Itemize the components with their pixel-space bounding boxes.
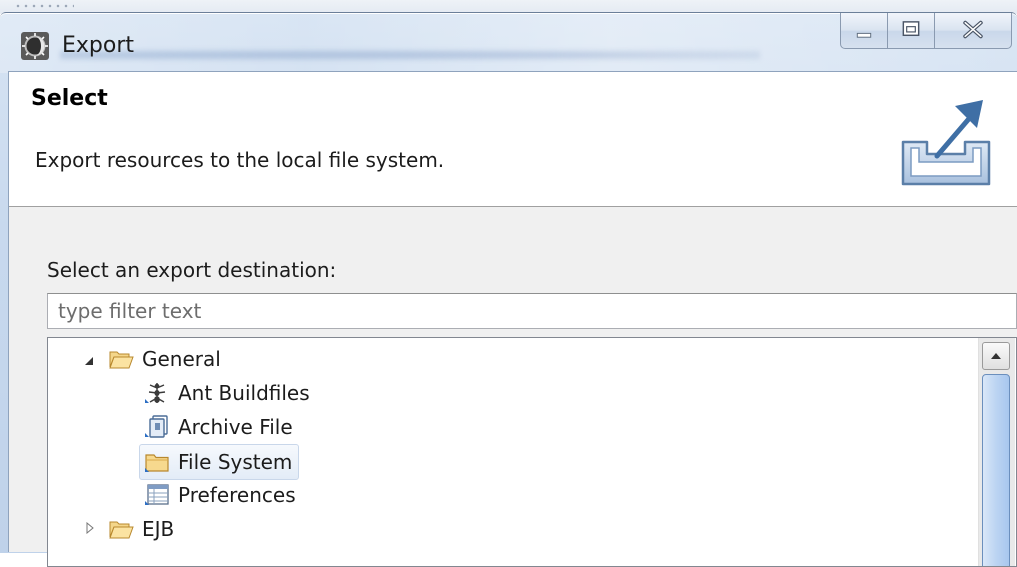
- restore-button[interactable]: [887, 13, 935, 49]
- scroll-thumb[interactable]: [982, 374, 1010, 566]
- minimize-button[interactable]: [840, 13, 888, 49]
- close-icon: [963, 20, 983, 39]
- eclipse-app-icon: [21, 32, 49, 60]
- export-destination-tree[interactable]: General Ant Buildfiles Archive File File…: [47, 337, 1017, 567]
- tree-item-label: Ant Buildfiles: [178, 381, 310, 405]
- restore-icon: [902, 21, 920, 37]
- expanded-twisty-icon[interactable]: [82, 354, 94, 366]
- preferences-icon: [145, 484, 169, 505]
- ant-icon: [145, 383, 166, 403]
- tree-item-file-system[interactable]: File System: [139, 444, 300, 480]
- tree-vertical-scrollbar[interactable]: [978, 338, 1015, 566]
- folder-icon: [145, 454, 169, 472]
- wizard-banner: Select Export resources to the local fil…: [9, 72, 1017, 207]
- tree-item-ejb[interactable]: EJB: [108, 512, 174, 546]
- tree-item-label: EJB: [142, 517, 175, 541]
- folder-open-icon: [109, 351, 134, 369]
- wizard-page-description: Export resources to the local file syste…: [35, 148, 445, 172]
- title-bar[interactable]: Export: [0, 13, 1017, 73]
- tree-item-label: General: [142, 347, 221, 371]
- title-bar-glass: [60, 47, 760, 63]
- dialog-client-area: Select Export resources to the local fil…: [8, 71, 1017, 567]
- tree-item-preferences[interactable]: Preferences: [144, 478, 296, 512]
- tree-item-archive-file[interactable]: Archive File: [144, 410, 293, 444]
- scroll-up-button[interactable]: [982, 342, 1010, 370]
- destination-label: Select an export destination:: [47, 258, 337, 282]
- archive-file-icon: [145, 415, 168, 438]
- tree-item-label: Archive File: [178, 415, 293, 439]
- tree-item-label: Preferences: [178, 483, 296, 507]
- tree-item-general[interactable]: General: [108, 342, 221, 376]
- collapsed-twisty-icon[interactable]: [84, 522, 96, 534]
- folder-icon: [109, 521, 134, 539]
- tree-item-label: File System: [178, 450, 293, 474]
- window-title: Export: [62, 33, 135, 58]
- background-dots: [14, 2, 74, 10]
- export-wizard-icon: [901, 100, 991, 186]
- tree-item-ant-buildfiles[interactable]: Ant Buildfiles: [144, 376, 310, 410]
- minimize-icon: [856, 32, 872, 38]
- filter-input[interactable]: [47, 293, 1017, 329]
- close-button[interactable]: [934, 13, 1012, 49]
- export-dialog-window: Export Select Export resources to the lo…: [0, 12, 1017, 567]
- arrow-up-icon: [991, 353, 1001, 359]
- wizard-page-title: Select: [31, 86, 108, 111]
